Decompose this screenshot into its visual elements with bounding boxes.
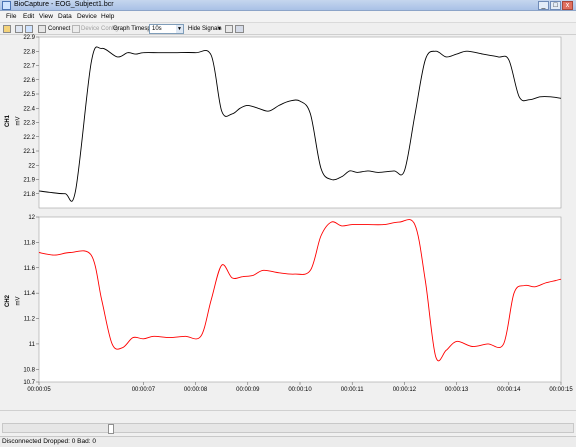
- y-tick-label: 11: [29, 342, 36, 348]
- window-title: BioCapture - EOG_Subject1.bcr: [14, 1, 114, 8]
- eog-chart: 21.8 21.9 22 22.1 22.2 22.3 22.4 22.5 22.6 22.7 22…: [23, 35, 573, 393]
- y-tick-label: 22.8: [23, 49, 35, 55]
- toolbar: Connect Device Config Graph Timespan 10s…: [0, 22, 576, 35]
- y-tick-label: 11.4: [24, 291, 36, 297]
- y-tick-label: 21.9: [23, 178, 35, 184]
- x-tick-label: 00:00:07: [132, 387, 156, 393]
- open-folder-icon[interactable]: [3, 25, 11, 33]
- x-tick-label: 00:00:08: [184, 387, 208, 393]
- chevron-down-icon[interactable]: ▼: [176, 25, 183, 33]
- menu-file[interactable]: File: [6, 13, 16, 20]
- menu-view[interactable]: View: [39, 13, 53, 20]
- x-tick-label: 00:00:15: [549, 387, 573, 393]
- menu-edit[interactable]: Edit: [23, 13, 34, 20]
- settings-icon[interactable]: [25, 25, 33, 33]
- save-icon[interactable]: [15, 25, 23, 33]
- menu-help[interactable]: Help: [101, 13, 114, 20]
- y-tick-label: 22: [28, 163, 35, 169]
- timeline-scrollbar-area: [0, 410, 576, 436]
- plot-panel-ch2: [38, 216, 562, 383]
- x-tick-label: 00:00:11: [341, 387, 365, 393]
- y-tick-label: 22.9: [23, 35, 35, 41]
- close-button[interactable]: x: [562, 1, 573, 10]
- timeline-scroll-thumb[interactable]: [108, 424, 114, 434]
- y-tick-label: 22.3: [23, 121, 35, 127]
- plot-panel-ch1: [38, 36, 562, 209]
- x-tick-label: 00:00:05: [27, 387, 51, 393]
- y-tick-label: 12: [28, 215, 35, 221]
- title-bar: BioCapture - EOG_Subject1.bcr _ □ x: [0, 0, 576, 11]
- minimize-button[interactable]: _: [538, 1, 549, 10]
- x-tick-label: 00:00:12: [393, 387, 417, 393]
- graph-timespan-value: 10s: [152, 26, 162, 32]
- connect-button[interactable]: Connect: [48, 25, 70, 34]
- timeline-scroll-track[interactable]: [2, 423, 574, 434]
- y-tick-label: 22.5: [23, 92, 35, 98]
- device-config-icon: [72, 25, 80, 33]
- menu-device[interactable]: Device: [77, 13, 97, 20]
- x-tick-label: 00:00:09: [236, 387, 260, 393]
- grid-icon[interactable]: [225, 25, 233, 33]
- y-tick-label: 22.7: [23, 64, 35, 70]
- y-tick-label: 11.8: [24, 240, 36, 246]
- y-tick-label: 10.8: [23, 367, 35, 373]
- y-tick-label: 10.7: [23, 380, 35, 386]
- connect-icon[interactable]: [38, 25, 46, 33]
- app-icon: [2, 1, 11, 10]
- y-tick-label: 22.4: [23, 106, 35, 112]
- x-tick-label: 00:00:14: [497, 387, 521, 393]
- x-tick-label: 00:00:10: [288, 387, 312, 393]
- status-bar: Disconnected Dropped: 0 Bad: 0: [0, 436, 576, 447]
- y-tick-label: 22.1: [23, 149, 35, 155]
- y-tick-label: 22.6: [23, 78, 35, 84]
- y-tick-label: 21.8: [23, 192, 35, 198]
- menu-bar: File Edit View Data Device Help: [0, 11, 576, 22]
- hide-signals-dropdown-icon[interactable]: ▼: [217, 25, 222, 34]
- layout-icon[interactable]: [235, 25, 244, 33]
- menu-data[interactable]: Data: [58, 13, 72, 20]
- graph-timespan-select[interactable]: 10s ▼: [149, 24, 184, 34]
- status-text: Disconnected Dropped: 0 Bad: 0: [2, 438, 96, 445]
- y-tick-label: 11.2: [24, 317, 36, 323]
- maximize-button[interactable]: □: [550, 1, 561, 10]
- x-tick-label: 00:00:13: [445, 387, 469, 393]
- y-tick-label: 11.6: [24, 266, 36, 272]
- y-tick-label: 22.2: [23, 135, 35, 141]
